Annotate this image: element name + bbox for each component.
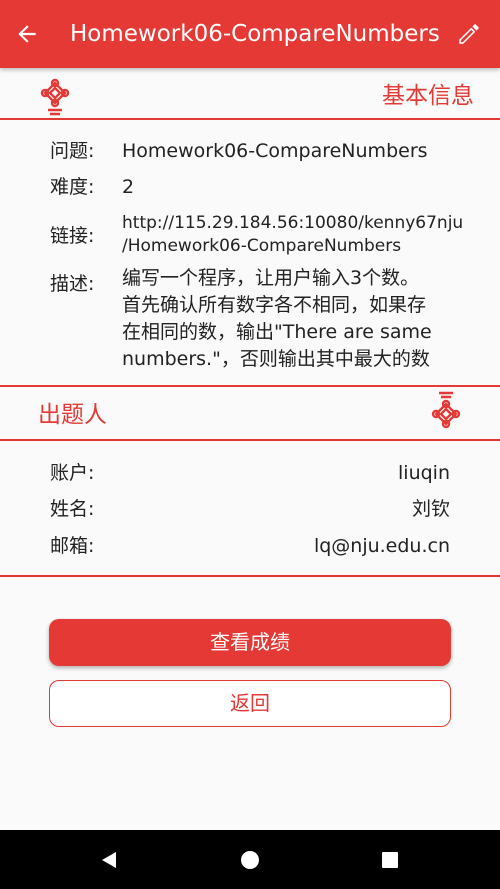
arrow-left-icon[interactable] — [14, 21, 40, 47]
difficulty-value: 2 — [122, 176, 135, 198]
account-label: 账户: — [50, 462, 95, 484]
nav-home-icon[interactable] — [240, 850, 260, 870]
account-value: liuqin — [398, 462, 450, 484]
nav-recents-icon[interactable] — [381, 851, 399, 869]
question-label: 问题: — [50, 140, 95, 162]
chinese-knot-icon — [431, 391, 461, 429]
difficulty-label: 难度: — [50, 176, 95, 198]
link-line: http://115.29.184.56:10080/kenny67nju — [122, 213, 464, 233]
back-button[interactable]: 返回 — [49, 680, 451, 727]
app-bar: Homework06-CompareNumbers — [0, 0, 500, 68]
link-label: 链接: — [50, 225, 95, 247]
account-row: 账户: liuqin — [0, 461, 500, 485]
description-line: 在相同的数，输出"There are same — [122, 321, 432, 343]
link-value[interactable]: http://115.29.184.56:10080/kenny67nju /H… — [122, 212, 463, 258]
name-label: 姓名: — [50, 498, 95, 520]
question-row: 问题: Homework06-CompareNumbers — [0, 139, 500, 163]
pencil-icon[interactable] — [456, 21, 482, 47]
basic-info-title: 基本信息 — [382, 83, 474, 109]
author-header: 出题人 — [0, 385, 500, 441]
link-line: /Homework06-CompareNumbers — [122, 236, 402, 256]
basic-info-header: 基本信息 — [0, 66, 500, 120]
author-title: 出题人 — [38, 402, 107, 428]
description-value: 编写一个程序，让用户输入3个数。 首先确认所有数字各不相同，如果存 在相同的数，… — [122, 265, 432, 373]
name-value: 刘钦 — [411, 498, 450, 520]
description-label: 描述: — [50, 273, 95, 295]
email-row: 邮箱: lq@nju.edu.cn — [0, 534, 500, 558]
view-scores-button[interactable]: 查看成绩 — [49, 619, 451, 666]
system-nav-bar — [0, 830, 500, 889]
description-line: numbers."，否则输出其中最大的数 — [122, 348, 430, 370]
email-value: lq@nju.edu.cn — [313, 535, 450, 557]
description-line: 首先确认所有数字各不相同，如果存 — [122, 294, 427, 316]
description-line: 编写一个程序，让用户输入3个数。 — [122, 267, 420, 289]
email-label: 邮箱: — [50, 535, 95, 557]
question-value: Homework06-CompareNumbers — [122, 140, 428, 162]
chinese-knot-icon — [40, 78, 70, 116]
divider — [0, 575, 500, 577]
difficulty-row: 难度: 2 — [0, 175, 500, 199]
nav-back-icon[interactable] — [99, 850, 119, 870]
name-row: 姓名: 刘钦 — [0, 497, 500, 521]
page-title: Homework06-CompareNumbers — [70, 21, 440, 47]
